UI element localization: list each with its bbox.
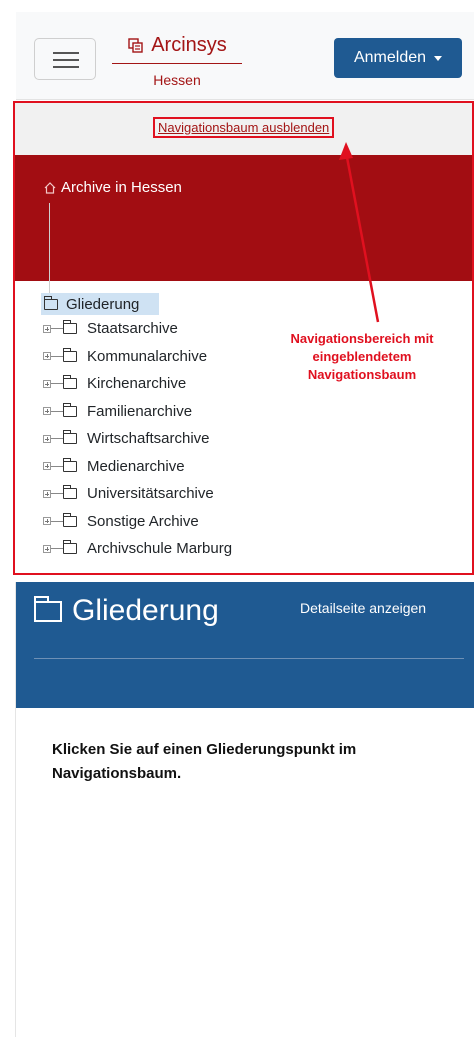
top-navbar: Arcinsys Hessen Anmelden [16, 12, 474, 100]
divider [34, 658, 464, 659]
tree-item-kommunalarchive[interactable]: Kommunalarchive [41, 343, 232, 371]
detail-title-text: Gliederung [72, 594, 219, 627]
expand-icon[interactable] [43, 352, 51, 361]
tree-item-universitaetsarchive[interactable]: Universitätsarchive [41, 480, 232, 508]
archive-banner: Archive in Hessen [15, 155, 472, 281]
annotation-line-3: Navigationsbaum [307, 367, 417, 382]
folder-icon [63, 402, 77, 417]
tree-item-label: Kommunalarchive [87, 347, 208, 365]
caret-down-icon [434, 55, 443, 61]
folder-icon [63, 347, 77, 362]
tree-item-label: Universitätsarchive [87, 485, 214, 503]
annotation-line-1: Navigationsbereich mit [290, 331, 434, 346]
expand-icon[interactable] [43, 544, 51, 553]
tree-item-medienarchive[interactable]: Medienarchive [41, 453, 232, 481]
tree-item-kirchenarchive[interactable]: Kirchenarchive [41, 370, 232, 398]
tree-item-label: Wirtschaftsarchive [87, 430, 210, 448]
brand-region: Hessen [112, 63, 242, 88]
folder-icon [63, 485, 77, 500]
archive-building-icon [128, 37, 143, 53]
login-label: Anmelden [353, 49, 427, 66]
tree-item-staatsarchive[interactable]: Staatsarchive [41, 315, 232, 343]
tree-item-label: Sonstige Archive [87, 512, 199, 530]
tree-item-archivschule-marburg[interactable]: Archivschule Marburg [41, 535, 232, 563]
expand-icon[interactable] [43, 324, 51, 333]
folder-icon [44, 295, 58, 310]
annotation-line-2: eingeblendetem [312, 349, 412, 364]
expand-icon[interactable] [43, 489, 51, 498]
expand-icon[interactable] [43, 379, 51, 388]
expand-icon[interactable] [43, 407, 51, 416]
menu-toggle-button[interactable] [34, 38, 96, 80]
archive-root-node[interactable]: Archive in Hessen [43, 179, 182, 196]
folder-icon [34, 595, 62, 622]
tree-root-node[interactable]: Gliederung [41, 293, 159, 315]
hide-navtree-link[interactable]: Navigationsbaum ausblenden [153, 117, 335, 138]
tree-item-label: Kirchenarchive [87, 375, 187, 393]
tree-root-label: Gliederung [66, 295, 140, 313]
toggle-strip: Navigationsbaum ausblenden [15, 103, 472, 155]
tree-item-label: Archivschule Marburg [87, 540, 233, 558]
instruction-text: Klicken Sie auf einen Gliederungspunkt i… [52, 741, 357, 782]
tree-item-familienarchive[interactable]: Familienarchive [41, 398, 232, 426]
folder-icon [63, 457, 77, 472]
folder-icon [63, 430, 77, 445]
login-button[interactable]: Anmelden [334, 38, 462, 78]
tree-connector [49, 203, 50, 295]
expand-icon[interactable] [43, 462, 51, 471]
archive-root-label: Archive in Hessen [61, 179, 182, 196]
annotation-callout: Navigationsbereich mit eingeblendetem Na… [262, 330, 462, 384]
tree-item-label: Familienarchive [87, 402, 193, 420]
folder-icon [63, 512, 77, 527]
detail-header: Gliederung Detailseite anzeigen [16, 582, 474, 708]
folder-icon [63, 540, 77, 555]
house-icon [44, 181, 56, 194]
navigation-tree: Gliederung Staatsarchive Kommunalarchive… [41, 293, 232, 563]
tree-item-wirtschaftsarchive[interactable]: Wirtschaftsarchive [41, 425, 232, 453]
brand-name: Arcinsys [151, 34, 227, 56]
detail-title: Gliederung [34, 594, 219, 628]
folder-icon [63, 375, 77, 390]
folder-icon [63, 320, 77, 335]
tree-item-label: Staatsarchive [87, 320, 178, 338]
expand-icon[interactable] [43, 517, 51, 526]
show-detail-link[interactable]: Detailseite anzeigen [300, 600, 426, 616]
brand-logo[interactable]: Arcinsys Hessen [112, 34, 242, 88]
expand-icon[interactable] [43, 434, 51, 443]
tree-item-label: Medienarchive [87, 457, 185, 475]
tree-item-sonstige-archive[interactable]: Sonstige Archive [41, 508, 232, 536]
